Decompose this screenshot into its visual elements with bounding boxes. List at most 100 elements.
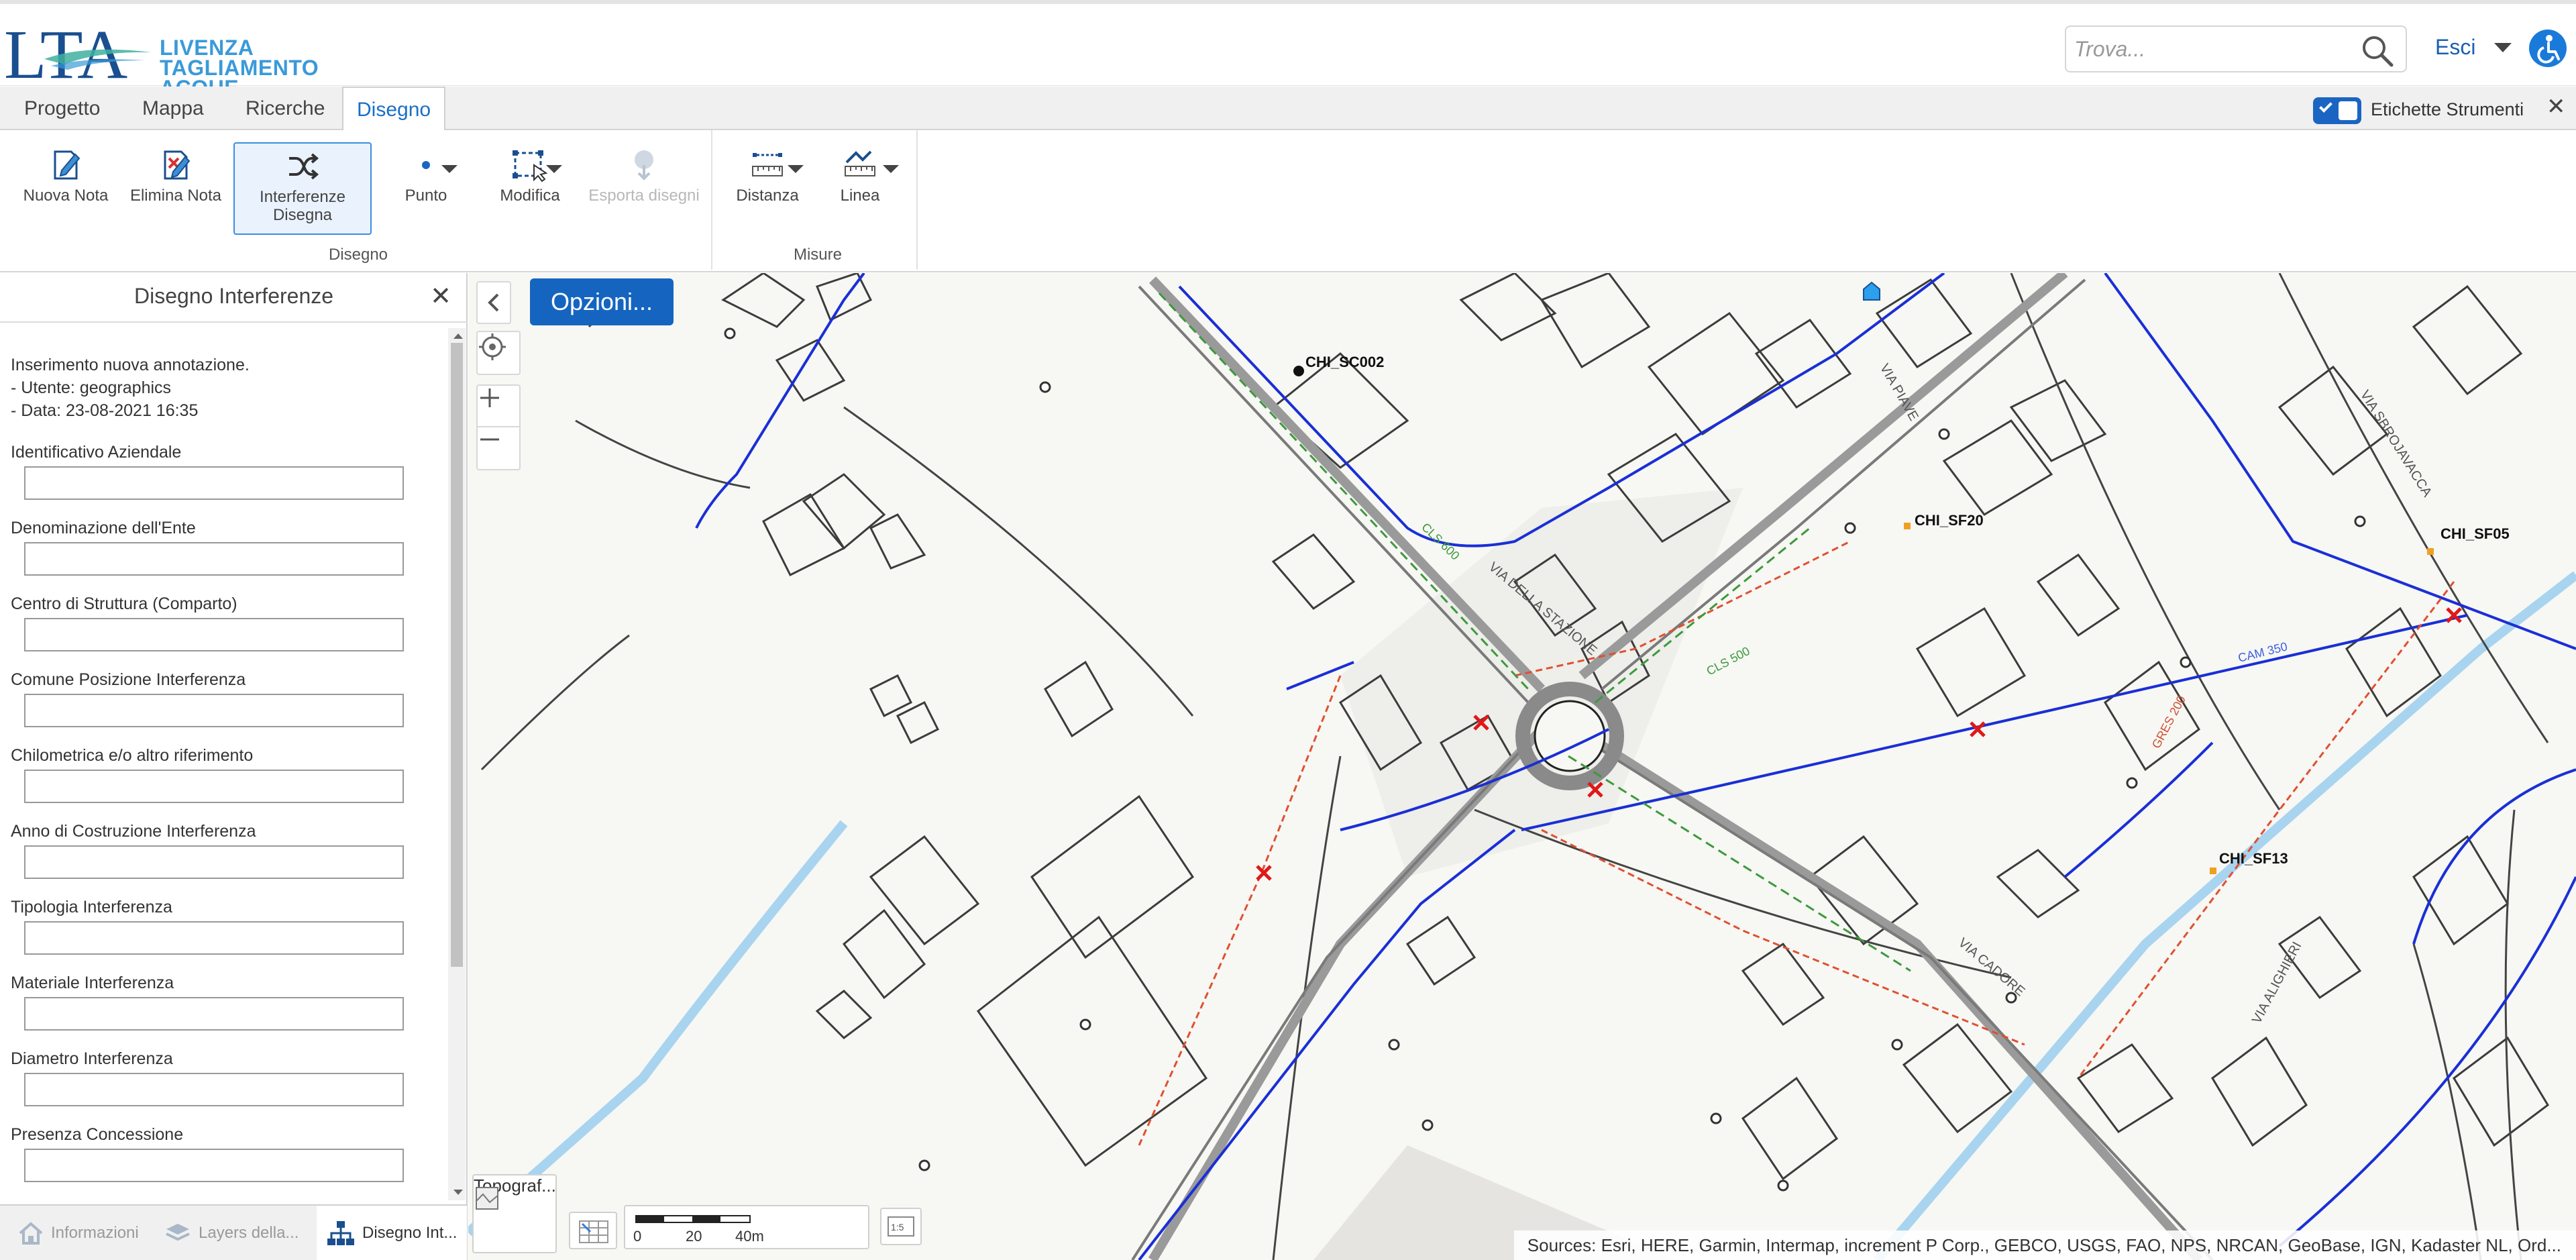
point-button[interactable]: Punto — [389, 144, 463, 205]
modify-dropdown-icon[interactable] — [546, 165, 562, 173]
search-box — [2065, 25, 2407, 72]
point-dropdown-icon[interactable] — [441, 165, 458, 173]
field-comune: Comune Posizione Interferenza — [11, 670, 404, 727]
field-label: Presenza Concessione — [11, 1125, 184, 1144]
panel-form: Inserimento nuova annotazione. - Utente:… — [0, 325, 448, 1204]
basemap-button[interactable]: Topograf... — [472, 1174, 557, 1253]
accessibility-button[interactable] — [2529, 30, 2567, 67]
denominazione-input[interactable] — [24, 542, 404, 576]
zoom-out-button[interactable] — [476, 427, 521, 470]
app-window: LTA LIVENZA TAGLIAMENTO ACQUE Esci — [0, 0, 2576, 1260]
panel-tab-label: Informazioni — [51, 1223, 139, 1242]
search-icon[interactable] — [2360, 34, 2395, 68]
info-line: - Data: 23-08-2021 16:35 — [11, 401, 199, 420]
scale-label-0: 0 — [633, 1228, 641, 1245]
delete-note-button[interactable]: Elimina Nota — [121, 144, 231, 205]
map-canvas[interactable]: CHI_SC002 CHI_SF20 CHI_SF05 CHI_SF13 VIA… — [468, 273, 2576, 1260]
tab-disegno[interactable]: Disegno — [342, 87, 446, 132]
export-drawings-button[interactable]: Esporta disegni — [584, 144, 704, 205]
map-label-chi-sf13: CHI_SF13 — [2219, 850, 2288, 867]
close-ribbon-button[interactable]: ✕ — [2546, 93, 2566, 120]
labels-toggle[interactable] — [2313, 97, 2361, 124]
panel-tab-layers[interactable]: Layers della... — [164, 1206, 309, 1260]
scale-bar-graphic: 0 20 40m — [633, 1215, 764, 1245]
anno-costruzione-input[interactable] — [24, 845, 404, 879]
close-panel-button[interactable]: ✕ — [430, 281, 451, 311]
distance-measure-icon — [752, 153, 783, 176]
map-attribution: Sources: Esri, HERE, Garmin, Intermap, i… — [1513, 1230, 2576, 1260]
field-anno-costruzione: Anno di Costruzione Interferenza — [11, 821, 404, 879]
options-button[interactable]: Opzioni... — [530, 278, 674, 325]
panel-tab-label: Layers della... — [199, 1223, 299, 1242]
search-input[interactable] — [2074, 32, 2356, 66]
logo-line: TAGLIAMENTO — [160, 56, 319, 80]
panel-header: Disegno Interferenze ✕ — [0, 273, 468, 323]
comune-input[interactable] — [24, 694, 404, 727]
panel-tab-label: Disegno Int... — [362, 1223, 458, 1242]
field-identificativo: Identificativo Aziendale — [11, 442, 404, 500]
scale-tool-button[interactable]: 1:5 — [880, 1208, 922, 1245]
distance-label: Distanza — [736, 187, 799, 205]
field-label: Denominazione dell'Ente — [11, 519, 196, 537]
concessione-input[interactable] — [24, 1149, 404, 1182]
panel-tab-informazioni[interactable]: Informazioni — [17, 1206, 152, 1260]
distance-button[interactable]: Distanza — [719, 144, 816, 205]
map-label-chi-sc002: CHI_SC002 — [1305, 354, 1384, 370]
draw-interference-button[interactable]: Interferenze Disegna — [233, 142, 372, 235]
collapse-panel-button[interactable] — [476, 281, 511, 324]
diametro-input[interactable] — [24, 1073, 404, 1106]
distance-dropdown-icon[interactable] — [788, 165, 804, 173]
modify-label: Modifica — [500, 187, 560, 205]
chevron-left-icon — [488, 293, 499, 312]
identificativo-input[interactable] — [24, 466, 404, 500]
field-materiale: Materiale Interferenza — [11, 973, 404, 1031]
locate-button[interactable] — [476, 331, 521, 375]
field-label: Anno di Costruzione Interferenza — [11, 822, 256, 841]
locate-icon — [479, 333, 506, 360]
materiale-input[interactable] — [24, 997, 404, 1031]
centro-struttura-input[interactable] — [24, 618, 404, 651]
chilometrica-input[interactable] — [24, 770, 404, 803]
tab-mappa[interactable]: Mappa — [129, 87, 217, 130]
new-note-button[interactable]: Nuova Nota — [12, 144, 119, 205]
export-drawings-label: Esporta disegni — [588, 187, 700, 205]
plus-icon — [480, 388, 499, 407]
scroll-thumb[interactable] — [451, 343, 463, 967]
panel-tab-disegno[interactable]: Disegno Int... — [317, 1206, 467, 1260]
shuffle-icon — [289, 153, 319, 180]
chevron-down-icon — [2494, 42, 2512, 52]
menu-tab-bar: Progetto Mappa Ricerche Disegno Etichett… — [0, 87, 2576, 132]
tab-ricerche[interactable]: Ricerche — [232, 87, 338, 130]
ribbon-group-disegno: Nuova Nota Elimina Nota Interferenze Dis… — [5, 130, 712, 270]
scale-bar: 0 20 40m — [624, 1205, 869, 1249]
new-note-label: Nuova Nota — [23, 187, 109, 205]
panel-scrollbar[interactable] — [448, 328, 466, 1200]
user-menu-label: Esci — [2435, 35, 2476, 59]
delete-note-label: Elimina Nota — [129, 187, 222, 205]
scroll-up-icon[interactable] — [453, 333, 463, 339]
measure-tool-button[interactable] — [569, 1212, 617, 1249]
user-menu[interactable]: Esci — [2435, 35, 2512, 60]
checkmark-icon — [2319, 99, 2332, 113]
line-dropdown-icon[interactable] — [883, 165, 899, 173]
header: LTA LIVENZA TAGLIAMENTO ACQUE Esci — [0, 0, 2576, 99]
field-denominazione: Denominazione dell'Ente — [11, 518, 404, 576]
field-tipologia: Tipologia Interferenza — [11, 897, 404, 955]
tipologia-input[interactable] — [24, 921, 404, 955]
accessibility-icon — [2537, 35, 2560, 64]
line-measure-icon — [845, 150, 875, 176]
map-label-chi-sf05: CHI_SF05 — [2440, 525, 2510, 542]
tab-progetto[interactable]: Progetto — [11, 87, 113, 130]
lta-logo-mark: LTA — [4, 16, 152, 93]
scale-label-40m: 40m — [735, 1228, 764, 1245]
scroll-down-icon[interactable] — [453, 1190, 463, 1195]
home-icon — [19, 1221, 43, 1245]
line-button[interactable]: Linea — [813, 144, 907, 205]
point-label: Punto — [405, 187, 447, 205]
zoom-in-button[interactable] — [476, 384, 521, 427]
map-view[interactable]: CHI_SC002 CHI_SF20 CHI_SF05 CHI_SF13 VIA… — [468, 273, 2576, 1260]
labels-toggle-label: Etichette Strumenti — [2371, 99, 2524, 119]
scale-label-20: 20 — [686, 1228, 702, 1245]
draw-interference-label-line2: Disegna — [272, 206, 333, 224]
modify-button[interactable]: Modifica — [483, 144, 577, 205]
